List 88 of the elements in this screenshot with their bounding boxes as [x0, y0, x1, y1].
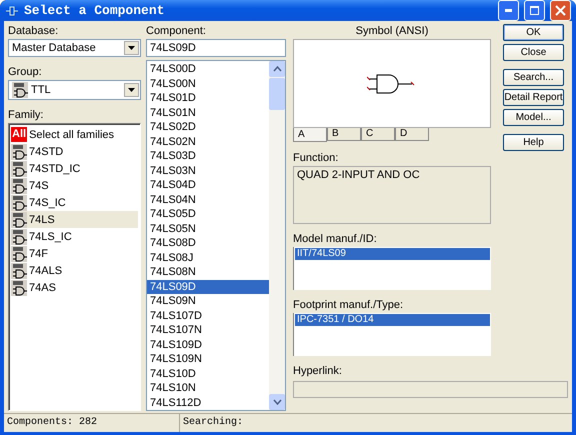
family-item[interactable]: 74S [11, 177, 138, 194]
component-item[interactable]: 74LS10D [147, 366, 269, 381]
minimize-icon [505, 9, 512, 12]
status-text: Searching: [182, 416, 244, 430]
hyperlink-label: Hyperlink: [293, 364, 343, 378]
component-item[interactable]: 74LS112D [147, 396, 269, 410]
window-title: Select a Component [24, 3, 166, 18]
hyperlink-field[interactable] [293, 381, 568, 398]
component-item[interactable]: 74LS01N [147, 106, 269, 120]
component-item[interactable]: 74LS09D [147, 280, 269, 294]
family-item[interactable]: 74F [11, 245, 138, 262]
gate-icon [11, 160, 27, 176]
dialog-button[interactable]: Close [503, 44, 564, 61]
minimize-button[interactable] [498, 0, 519, 21]
footprint-label: Footprint manuf./Type: [293, 298, 404, 312]
gate-icon [12, 82, 28, 98]
component-item[interactable]: 74LS02N [147, 134, 269, 149]
component-item[interactable]: 74LS00N [147, 76, 269, 91]
component-item[interactable]: 74LS03N [147, 164, 269, 178]
component-item[interactable]: 74LS109D [147, 338, 269, 352]
footprint-item[interactable]: IPC-7351 / DO14 [295, 314, 490, 326]
family-item[interactable]: 74LS [11, 211, 138, 228]
component-item[interactable]: 74LS05D [147, 207, 269, 222]
model-item[interactable]: IIT/74LS09 [295, 248, 490, 260]
family-item[interactable]: 74ALS [11, 262, 138, 279]
component-item[interactable]: 74LS107D [147, 308, 269, 323]
caret-icon [127, 87, 136, 93]
family-item[interactable]: 74STD_IC [11, 160, 138, 177]
function-label: Function: [293, 151, 340, 165]
scroll-up-icon [272, 66, 282, 72]
maximize-icon [528, 4, 541, 17]
model-label: Model manuf./ID: [293, 232, 378, 246]
component-item[interactable]: 74LS08J [147, 250, 269, 265]
family-item[interactable]: All Select all families [11, 126, 138, 143]
gate-icon [11, 144, 27, 160]
component-item[interactable]: 74LS01D [147, 91, 269, 106]
dialog-button[interactable]: Search... [503, 69, 564, 86]
component-field[interactable]: 74LS09D [146, 39, 286, 57]
function-box: QUAD 2-INPUT AND OC [293, 166, 491, 224]
scrollbar[interactable] [269, 61, 285, 410]
family-item[interactable]: 74S_IC [11, 194, 138, 211]
caret-icon [127, 45, 136, 51]
database-label: Database: [8, 24, 60, 38]
component-item[interactable]: 74LS04N [147, 192, 269, 207]
family-item[interactable]: 74LS_IC [11, 228, 138, 245]
component-item[interactable]: 74LS10N [147, 381, 269, 396]
tab[interactable]: C [361, 128, 395, 141]
family-item[interactable]: 74AS [11, 279, 138, 296]
close-icon [554, 4, 567, 17]
component-item[interactable]: 74LS00D [147, 62, 269, 76]
and-gate-drawing [367, 72, 417, 96]
gate-icon [11, 212, 27, 228]
gate-icon [11, 178, 27, 194]
gate-icon [11, 246, 27, 262]
tab[interactable]: A [293, 128, 327, 142]
gate-icon [11, 228, 27, 244]
status-text: Components: 282 [4, 414, 180, 432]
dialog-button[interactable]: Model... [503, 109, 564, 126]
app-icon [5, 4, 19, 16]
maximize-button[interactable] [524, 0, 545, 21]
tab[interactable]: D [395, 128, 429, 141]
component-item[interactable]: 74LS08N [147, 265, 269, 280]
tab[interactable]: B [327, 128, 361, 141]
component-item[interactable]: 74LS02D [147, 120, 269, 134]
all-badge: All [11, 127, 28, 142]
component-item[interactable]: 74LS09N [147, 294, 269, 308]
component-item[interactable]: 74LS04D [147, 178, 269, 192]
component-item[interactable]: 74LS08D [147, 236, 269, 250]
gate-icon [11, 280, 27, 296]
group-dropdown[interactable]: TTL [8, 80, 141, 100]
close-button[interactable] [550, 0, 571, 21]
group-label: Group: [8, 65, 43, 79]
component-label: Component: [146, 24, 207, 38]
dialog-button[interactable]: Detail Report [503, 89, 564, 106]
family-item[interactable]: 74STD [11, 143, 138, 160]
gate-icon [11, 262, 27, 278]
scroll-down-icon [272, 399, 282, 405]
database-dropdown[interactable]: Master Database [8, 39, 141, 57]
component-item[interactable]: 74LS107N [147, 323, 269, 338]
gate-icon [11, 194, 27, 210]
component-item[interactable]: 74LS05N [147, 222, 269, 236]
dialog-button[interactable]: Help [503, 134, 564, 151]
component-item[interactable]: 74LS03D [147, 149, 269, 164]
component-item[interactable]: 74LS109N [147, 352, 269, 366]
family-label: Family: [8, 108, 44, 122]
scrollbar-thumb[interactable] [269, 78, 285, 110]
dialog-button[interactable]: OK [503, 24, 564, 41]
symbol-label: Symbol (ANSI) [354, 24, 430, 38]
